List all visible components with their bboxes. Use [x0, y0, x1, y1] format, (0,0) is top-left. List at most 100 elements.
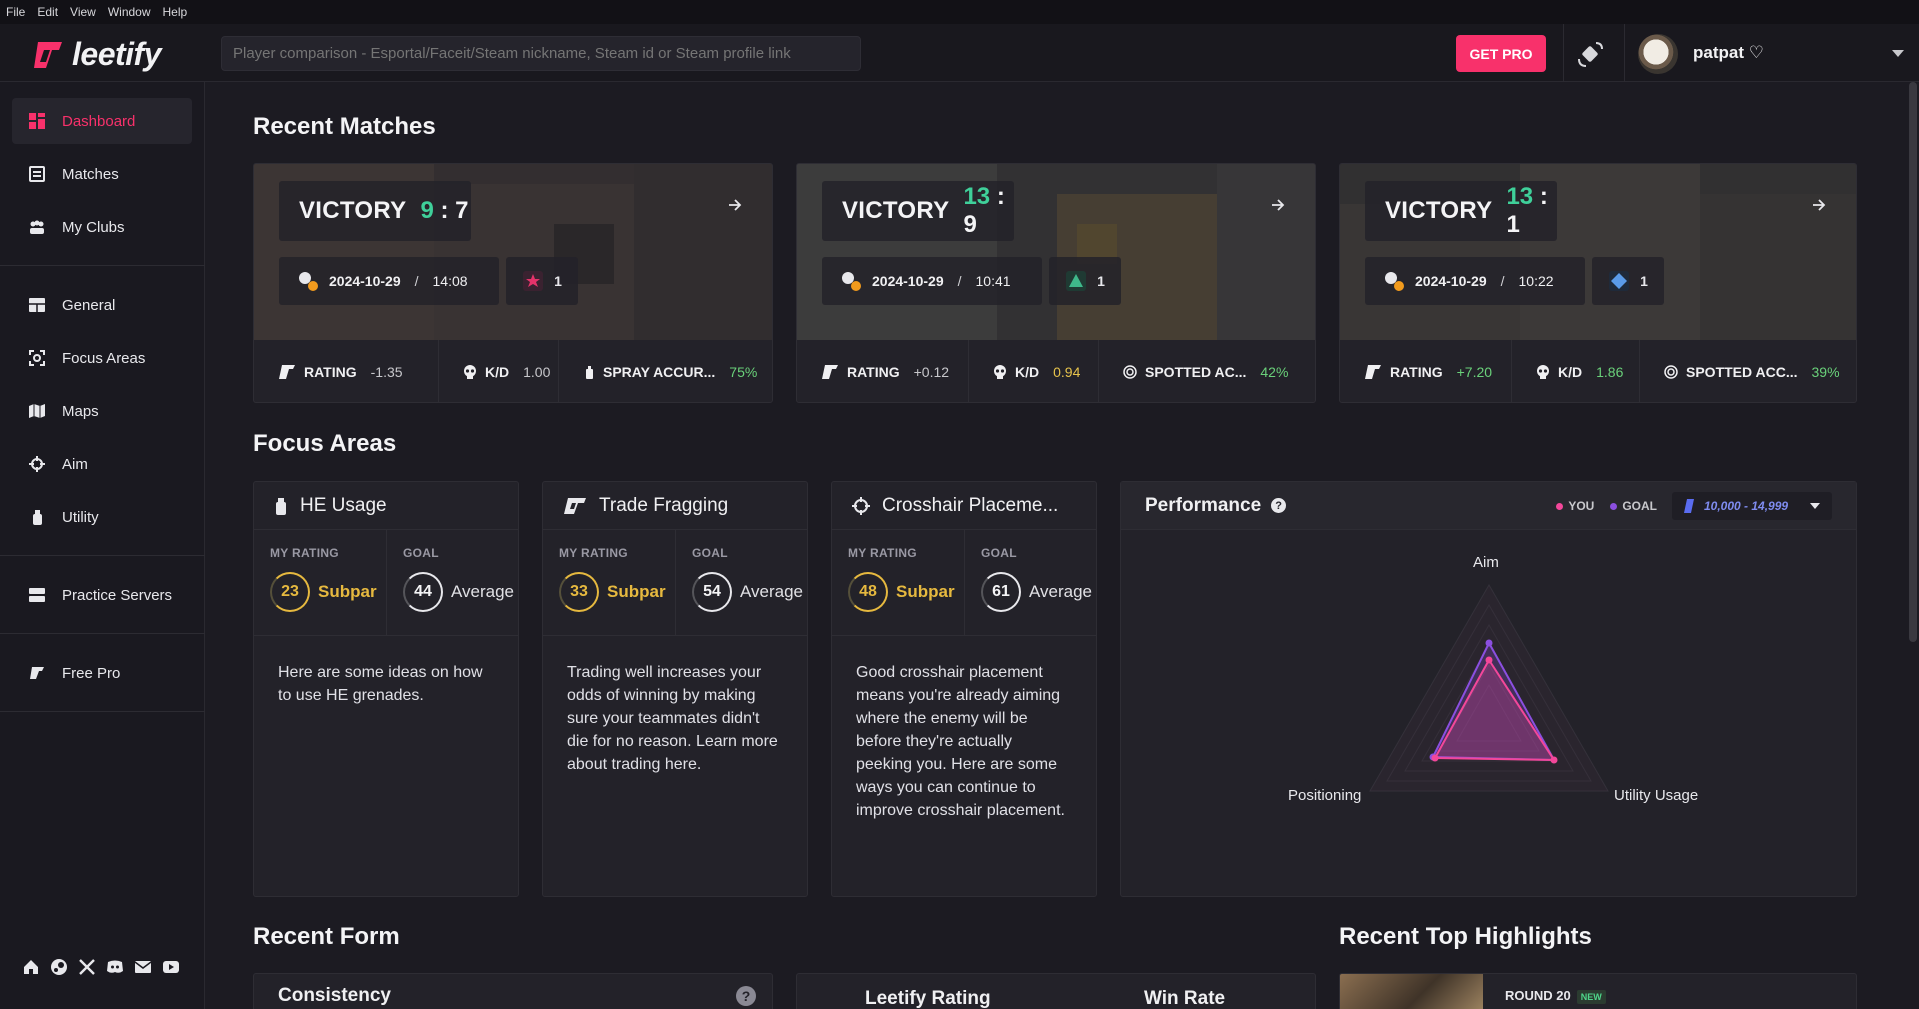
sidebar-item-free-pro[interactable]: Free Pro	[12, 650, 192, 696]
performance-title: Performance	[1145, 494, 1262, 516]
sidebar-item-my-clubs[interactable]: My Clubs	[12, 204, 192, 250]
sidebar: Dashboard Matches My Clubs General Focus…	[0, 82, 205, 1009]
logo-text: leetify	[72, 36, 161, 72]
stat-label: K/D	[1015, 364, 1040, 380]
menu-view[interactable]: View	[70, 5, 96, 19]
get-pro-button[interactable]: GET PRO	[1456, 35, 1546, 72]
match-score: 13 : 1	[1506, 183, 1557, 239]
player-search-input[interactable]	[221, 36, 861, 71]
match-score: 13 : 9	[963, 183, 1014, 239]
sidebar-divider	[0, 711, 205, 712]
goal-label: GOAL	[403, 546, 439, 560]
my-rating-label: MY RATING	[559, 546, 628, 560]
sidebar-item-maps[interactable]: Maps	[12, 388, 192, 434]
crosshair-icon	[29, 456, 45, 472]
match-date: 2024-10-29 / 14:08	[279, 257, 499, 305]
username[interactable]: patpat ♡	[1693, 43, 1764, 63]
mail-icon[interactable]	[134, 958, 152, 976]
sidebar-item-general[interactable]: General	[12, 282, 192, 328]
crosshair-icon	[852, 496, 870, 515]
date-text: 2024-10-29	[1415, 273, 1487, 289]
stat-label: SPOTTED AC...	[1145, 364, 1247, 380]
match-card[interactable]: VICTORY 13 : 9 2024-10-29 / 10:41 1 RATI…	[796, 163, 1316, 403]
satellite-icon[interactable]	[1576, 39, 1606, 69]
page-scrollbar[interactable]	[1909, 82, 1917, 642]
rank-range-select[interactable]: 10,000 - 14,999	[1672, 492, 1832, 520]
focus-card-trade-fragging[interactable]: Trade Fragging MY RATING 33 Subpar GOAL 5…	[542, 481, 808, 897]
help-icon[interactable]: ?	[1271, 498, 1287, 513]
round-label: ROUND 20	[1505, 988, 1571, 1003]
stat-value: 1.86	[1596, 364, 1624, 380]
legend-you: YOU	[1556, 499, 1594, 513]
spotted-accuracy-stat: SPOTTED AC... 42%	[1099, 340, 1315, 402]
score-separator: :	[440, 197, 449, 224]
leetify-logo[interactable]: leetify	[32, 36, 161, 73]
menu-edit[interactable]: Edit	[37, 5, 58, 19]
steam-icon[interactable]	[50, 958, 68, 976]
stat-label: RATING	[847, 364, 900, 380]
sidebar-item-practice-servers[interactable]: Practice Servers	[12, 572, 192, 618]
steam-faceit-icon	[299, 272, 318, 291]
sidebar-item-dashboard[interactable]: Dashboard	[12, 98, 192, 144]
leetify-icon	[1365, 365, 1381, 379]
arrow-right-icon[interactable]	[728, 198, 742, 212]
date-text: 2024-10-29	[872, 273, 944, 289]
highlight-card[interactable]: ROUND 20 NEW	[1339, 973, 1857, 1009]
focus-card-crosshair-placement[interactable]: Crosshair Placeme... MY RATING 48 Subpar …	[831, 481, 1097, 897]
help-icon[interactable]: ?	[736, 986, 756, 1006]
my-rating: MY RATING 33 Subpar	[543, 530, 676, 635]
stat-value: +0.12	[913, 364, 950, 380]
goal-ring: 61	[981, 572, 1021, 612]
highlight-round: ROUND 20 NEW	[1505, 988, 1606, 1004]
leetify-icon	[30, 667, 44, 679]
you-point	[1550, 756, 1558, 764]
performance-card: Performance ? YOU GOAL 10,000 - 14,999 A…	[1120, 481, 1857, 897]
date-separator: /	[1500, 273, 1505, 289]
focus-areas-title: Focus Areas	[253, 430, 397, 457]
sidebar-item-aim[interactable]: Aim	[12, 441, 192, 487]
date-separator: /	[957, 273, 962, 289]
kd-stat: K/D 1.00	[439, 340, 559, 402]
my-rating-ring: 23	[270, 572, 310, 612]
match-date: 2024-10-29 / 10:22	[1365, 257, 1585, 305]
menu-window[interactable]: Window	[108, 5, 151, 19]
match-card[interactable]: VICTORY 9 : 7 2024-10-29 / 14:08 1 RATIN…	[253, 163, 773, 403]
focus-card-description: Here are some ideas on how to use HE gre…	[278, 664, 483, 704]
menu-file[interactable]: File	[6, 5, 25, 19]
stat-label: RATING	[1390, 364, 1443, 380]
sidebar-divider	[0, 265, 205, 266]
my-rating-word: Subpar	[318, 582, 377, 601]
sidebar-item-focus-areas[interactable]: Focus Areas	[12, 335, 192, 381]
skull-icon	[1537, 365, 1549, 379]
user-avatar[interactable]	[1638, 34, 1678, 74]
focus-card-description: Good crosshair placement means you're al…	[856, 664, 1065, 819]
focus-card-he-usage[interactable]: HE Usage MY RATING 23 Subpar GOAL 44 Avera…	[253, 481, 519, 897]
chevron-down-icon[interactable]	[1892, 50, 1904, 57]
sidebar-item-utility[interactable]: Utility	[12, 494, 192, 540]
chevron-down-icon	[1810, 503, 1820, 509]
stat-label: SPOTTED ACC...	[1686, 364, 1798, 380]
discord-icon[interactable]	[106, 958, 124, 976]
youtube-icon[interactable]	[162, 958, 180, 976]
x-icon[interactable]	[78, 958, 96, 976]
score-us: 13	[963, 183, 991, 210]
radar-axis-aim: Aim	[1473, 554, 1499, 571]
my-rating-label: MY RATING	[848, 546, 917, 560]
top-header: leetify GET PRO patpat ♡	[0, 24, 1919, 82]
home-icon[interactable]	[22, 958, 40, 976]
match-card[interactable]: VICTORY 13 : 1 2024-10-29 / 10:22 1 RATI…	[1339, 163, 1857, 403]
header-divider	[1624, 24, 1625, 82]
sidebar-item-label: Practice Servers	[62, 586, 173, 604]
rank-icon	[523, 271, 544, 291]
general-icon	[29, 298, 45, 312]
stat-label: SPRAY ACCUR...	[603, 364, 716, 380]
arrow-right-icon[interactable]	[1812, 198, 1826, 212]
arrow-right-icon[interactable]	[1271, 198, 1285, 212]
score-us: 13	[1506, 183, 1534, 210]
goal-ring: 44	[403, 572, 443, 612]
menu-help[interactable]: Help	[163, 5, 188, 19]
match-result: VICTORY 13 : 9	[822, 181, 1014, 241]
you-point	[1485, 656, 1493, 664]
rank-badge: 1	[506, 257, 578, 305]
sidebar-item-matches[interactable]: Matches	[12, 151, 192, 197]
